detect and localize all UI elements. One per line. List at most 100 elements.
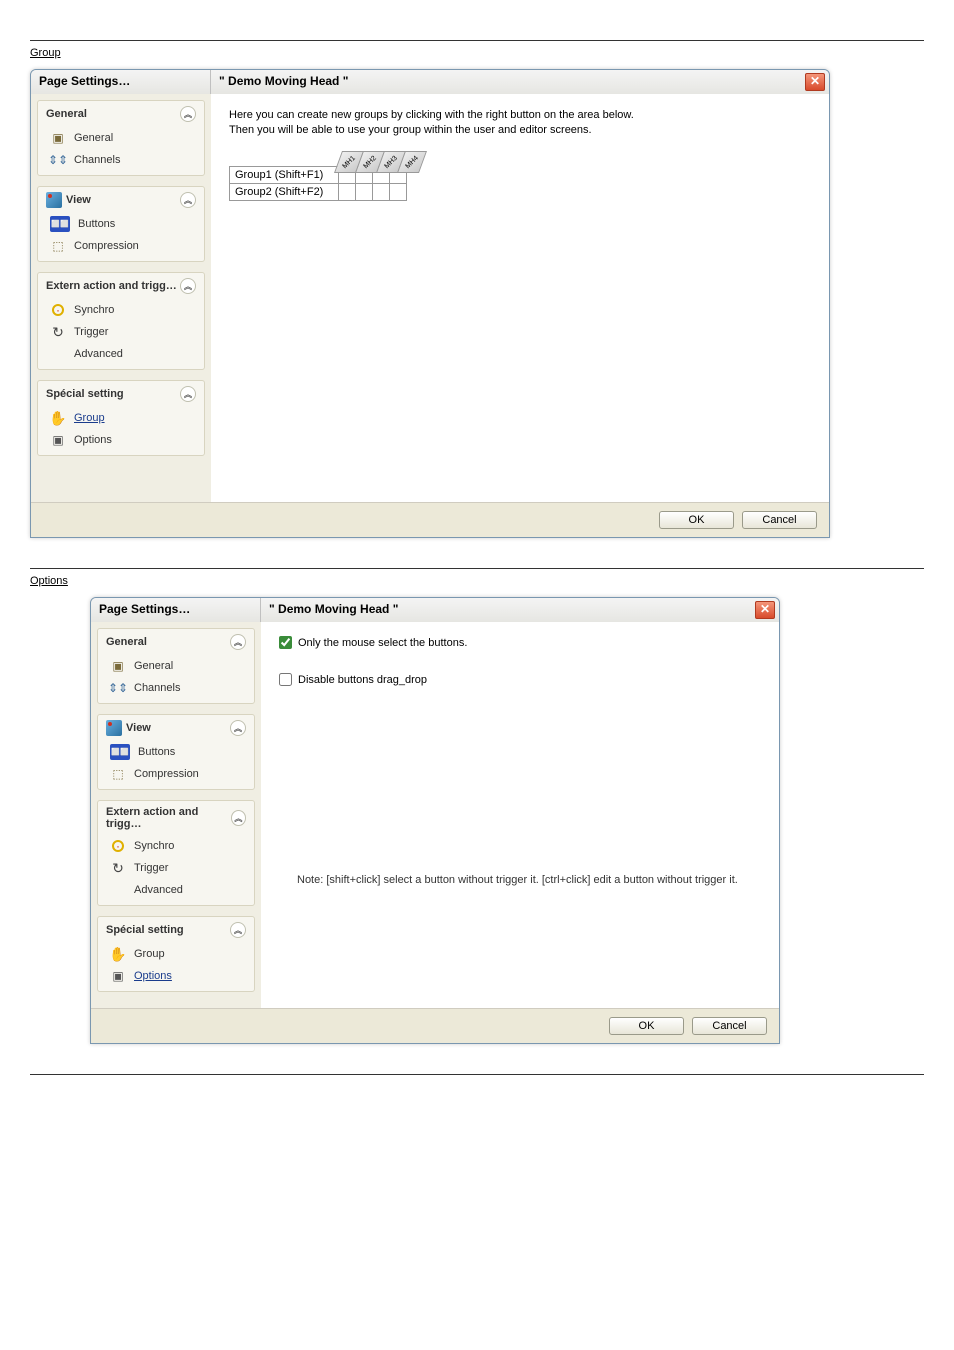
group-title: Extern action and trigg… xyxy=(106,806,231,830)
group-header-special[interactable]: Spécial setting ︽ xyxy=(98,917,254,943)
page-bottom-rule xyxy=(30,1074,924,1075)
ok-button[interactable]: OK xyxy=(659,511,734,529)
content-panel: Here you can create new groups by clicki… xyxy=(211,94,829,502)
group-title: View xyxy=(126,722,151,734)
only-mouse-checkbox-row[interactable]: Only the mouse select the buttons. xyxy=(279,636,761,649)
view-icon xyxy=(46,192,62,208)
sidebar-item-label: Advanced xyxy=(74,348,123,360)
sidebar-item-advanced[interactable]: Advanced xyxy=(98,879,254,901)
group-title: General xyxy=(106,636,147,648)
sidebar-group-special: Spécial setting ︽ ✋ Group ▣ Options xyxy=(97,916,255,992)
group-title: View xyxy=(66,194,91,206)
group-header-view[interactable]: View ︽ xyxy=(38,187,204,213)
chevron-up-icon[interactable]: ︽ xyxy=(230,634,246,650)
sidebar-item-label: Trigger xyxy=(134,862,168,874)
sidebar-item-group[interactable]: ✋ Group xyxy=(98,943,254,965)
sidebar-item-label: Buttons xyxy=(78,218,115,230)
sidebar-group-extern: Extern action and trigg… ︽ Synchro ↻ Tri… xyxy=(37,272,205,370)
group-cell[interactable] xyxy=(372,183,390,201)
page-icon: ▣ xyxy=(50,130,66,146)
chevron-up-icon[interactable]: ︽ xyxy=(180,192,196,208)
group-icon: ✋ xyxy=(50,410,66,426)
sidebar-item-trigger[interactable]: ↻ Trigger xyxy=(98,857,254,879)
sidebar-item-label: Synchro xyxy=(74,304,114,316)
sidebar-item-synchro[interactable]: Synchro xyxy=(98,835,254,857)
chevron-up-icon[interactable]: ︽ xyxy=(230,720,246,736)
cancel-button[interactable]: Cancel xyxy=(692,1017,767,1035)
only-mouse-checkbox[interactable] xyxy=(279,636,292,649)
group-header-view[interactable]: View ︽ xyxy=(98,715,254,741)
group-title: Spécial setting xyxy=(106,924,184,936)
group-row[interactable]: Group1 (Shift+F1) xyxy=(229,166,811,184)
options-icon: ▣ xyxy=(50,432,66,448)
groups-description: Here you can create new groups by clicki… xyxy=(229,108,811,139)
sidebar-group-special: Spécial setting ︽ ✋ Group ▣ Options xyxy=(37,380,205,456)
synchro-icon xyxy=(110,838,126,854)
group-label[interactable]: Group2 (Shift+F2) xyxy=(229,183,339,201)
group-cell[interactable] xyxy=(355,183,373,201)
sidebar-item-synchro[interactable]: Synchro xyxy=(38,299,204,321)
sidebar-item-general[interactable]: ▣ General xyxy=(98,655,254,677)
sidebar-item-advanced[interactable]: Advanced xyxy=(38,343,204,365)
trigger-icon: ↻ xyxy=(110,860,126,876)
note-text: Note: [shift+click] select a button with… xyxy=(297,874,738,886)
buttons-icon: ⬜⬜ xyxy=(110,744,130,760)
sidebar-item-channels[interactable]: ⇕⇕ Channels xyxy=(98,677,254,699)
page-icon: ▣ xyxy=(110,658,126,674)
settings-sidebar: General ︽ ▣ General ⇕⇕ Channels xyxy=(31,94,211,502)
sidebar-item-compression[interactable]: ⬚ Compression xyxy=(38,235,204,257)
titlebar: Page Settings… " Demo Moving Head " ✕ xyxy=(91,598,779,622)
sidebar-item-label: Options xyxy=(74,434,112,446)
chevron-up-icon[interactable]: ︽ xyxy=(180,278,196,294)
sidebar-item-options[interactable]: ▣ Options xyxy=(38,429,204,451)
group-row[interactable]: Group2 (Shift+F2) xyxy=(229,183,811,201)
page-settings-dialog-group: Page Settings… " Demo Moving Head " ✕ Ge… xyxy=(30,69,830,538)
group-cell[interactable] xyxy=(389,183,407,201)
sidebar-item-buttons[interactable]: ⬜⬜ Buttons xyxy=(38,213,204,235)
sidebar-item-label: Group xyxy=(134,948,165,960)
chevron-up-icon[interactable]: ︽ xyxy=(180,106,196,122)
chevron-up-icon[interactable]: ︽ xyxy=(180,386,196,402)
sidebar-item-label: General xyxy=(74,132,113,144)
sidebar-item-label: Group xyxy=(74,412,105,424)
group-header-special[interactable]: Spécial setting ︽ xyxy=(38,381,204,407)
ok-button[interactable]: OK xyxy=(609,1017,684,1035)
sidebar-item-label: Buttons xyxy=(138,746,175,758)
chevron-up-icon[interactable]: ︽ xyxy=(230,922,246,938)
blank-icon xyxy=(110,882,126,898)
channels-icon: ⇕⇕ xyxy=(50,152,66,168)
section-options-label: Options xyxy=(30,575,68,587)
group-title: Extern action and trigg… xyxy=(46,280,177,292)
section-group-label: Group xyxy=(30,47,61,59)
dialog-footer: OK Cancel xyxy=(31,502,829,537)
sidebar-item-options[interactable]: ▣ Options xyxy=(98,965,254,987)
sidebar-item-trigger[interactable]: ↻ Trigger xyxy=(38,321,204,343)
group-header-extern[interactable]: Extern action and trigg… ︽ xyxy=(98,801,254,835)
disable-drag-checkbox-row[interactable]: Disable buttons drag_drop xyxy=(279,673,761,686)
groups-area[interactable]: MH1 MH2 MH3 MH4 Group1 (Shift+F1) xyxy=(229,159,811,201)
sidebar-item-label: Advanced xyxy=(134,884,183,896)
sidebar-item-label: Synchro xyxy=(134,840,174,852)
chevron-up-icon[interactable]: ︽ xyxy=(231,810,246,826)
trigger-icon: ↻ xyxy=(50,324,66,340)
group-cell[interactable] xyxy=(338,183,356,201)
sidebar-group-view: View ︽ ⬜⬜ Buttons ⬚ Compression xyxy=(37,186,205,262)
sidebar-item-buttons[interactable]: ⬜⬜ Buttons xyxy=(98,741,254,763)
sidebar-item-label: Channels xyxy=(74,154,120,166)
sidebar-item-channels[interactable]: ⇕⇕ Channels xyxy=(38,149,204,171)
cancel-button[interactable]: Cancel xyxy=(742,511,817,529)
close-button[interactable]: ✕ xyxy=(755,601,775,619)
close-button[interactable]: ✕ xyxy=(805,73,825,91)
group-header-general[interactable]: General ︽ xyxy=(38,101,204,127)
sidebar-item-label: Compression xyxy=(74,240,139,252)
sidebar-item-general[interactable]: ▣ General xyxy=(38,127,204,149)
group-header-general[interactable]: General ︽ xyxy=(98,629,254,655)
disable-drag-checkbox[interactable] xyxy=(279,673,292,686)
group-label[interactable]: Group1 (Shift+F1) xyxy=(229,166,339,184)
group-header-extern[interactable]: Extern action and trigg… ︽ xyxy=(38,273,204,299)
options-icon: ▣ xyxy=(110,968,126,984)
sidebar-item-group[interactable]: ✋ Group xyxy=(38,407,204,429)
settings-sidebar: General ︽ ▣ General ⇕⇕ Channels xyxy=(91,622,261,1008)
checkbox-label: Only the mouse select the buttons. xyxy=(298,637,467,649)
sidebar-item-compression[interactable]: ⬚ Compression xyxy=(98,763,254,785)
